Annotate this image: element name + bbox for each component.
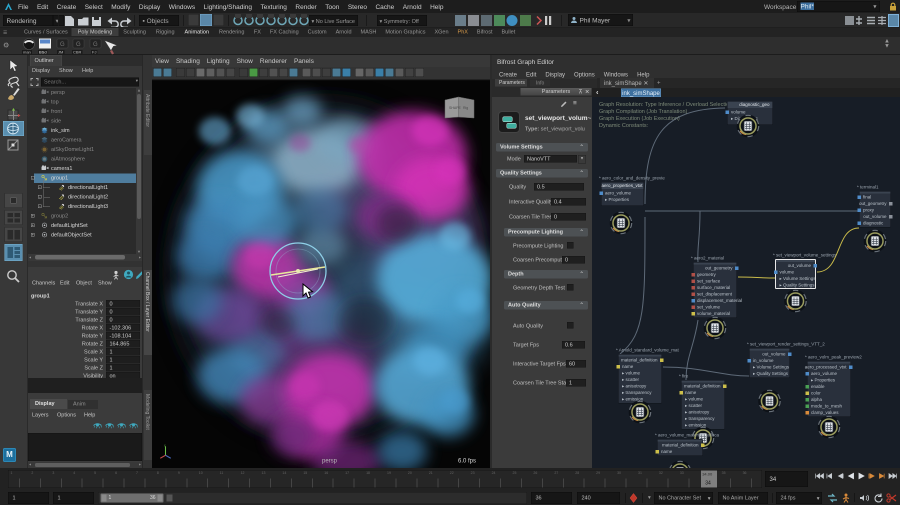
svg-text:Rig: Rig <box>463 106 468 110</box>
svg-text:SHAPE: SHAPE <box>449 106 462 110</box>
svg-text:G: G <box>76 42 81 48</box>
svg-text:G: G <box>60 42 65 48</box>
svg-text:G: G <box>93 42 98 48</box>
